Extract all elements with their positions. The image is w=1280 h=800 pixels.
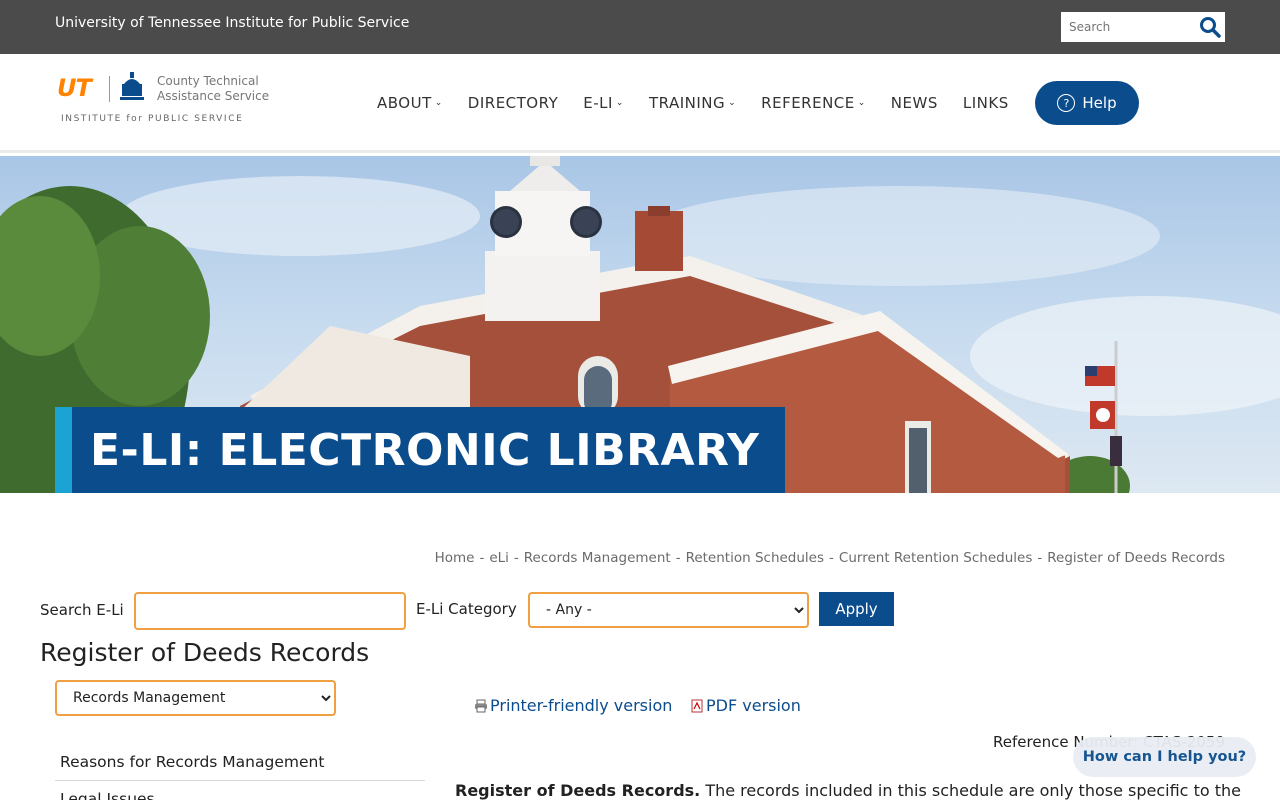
help-button[interactable]: ? Help — [1035, 81, 1139, 125]
nav-item-news[interactable]: NEWS — [891, 94, 938, 112]
ut-logo-mark: UT — [57, 74, 92, 102]
site-search-input[interactable] — [1069, 18, 1194, 36]
chevron-down-icon: ⌄ — [857, 98, 866, 108]
nav-item-directory[interactable]: DIRECTORY — [468, 94, 558, 112]
chevron-down-icon: ⌄ — [615, 98, 624, 108]
search-eli-label: Search E-Li — [40, 601, 124, 619]
sidebar-list: Reasons for Records Management Legal Iss… — [55, 744, 425, 800]
nav-item-label: DIRECTORY — [467, 94, 559, 112]
chevron-down-icon: ⌄ — [728, 98, 737, 108]
intro-bold: Register of Deeds Records. — [455, 781, 701, 800]
page-banner-title: E-LI: ELECTRONIC LIBRARY — [55, 407, 786, 493]
sidebar-item-reasons[interactable]: Reasons for Records Management — [55, 744, 425, 781]
nav-item-label: LINKS — [962, 94, 1009, 112]
pdf-version-label: PDF version — [706, 696, 801, 715]
capitol-icon — [120, 72, 144, 100]
site-header: UT County Technical Assistance Service I… — [0, 54, 1280, 153]
question-circle-icon: ? — [1057, 94, 1076, 112]
breadcrumb-separator: - — [675, 550, 681, 566]
banner-title-text: E-LI: ELECTRONIC LIBRARY — [90, 424, 760, 476]
breadcrumb-current-retention-schedules[interactable]: Current Retention Schedules — [839, 550, 1032, 566]
search-icon[interactable] — [1199, 16, 1221, 38]
nav-item-label: E-LI — [583, 94, 613, 112]
site-search — [1061, 12, 1225, 42]
page-title: Register of Deeds Records — [40, 638, 370, 667]
logo-line-2: Assistance Service — [157, 89, 270, 103]
ctas-logo[interactable]: UT County Technical Assistance Service I… — [55, 68, 285, 140]
breadcrumb-current-page: Register of Deeds Records — [1047, 550, 1225, 566]
chevron-down-icon: ⌄ — [434, 98, 443, 108]
help-label: Help — [1082, 94, 1117, 112]
printer-icon — [475, 699, 487, 712]
nav-item-label: REFERENCE — [761, 94, 855, 112]
breadcrumb-retention-schedules[interactable]: Retention Schedules — [686, 550, 824, 566]
hero-banner: E-LI: ELECTRONIC LIBRARY — [0, 156, 1280, 493]
breadcrumb-separator: - — [1037, 550, 1043, 566]
breadcrumb-separator: - — [479, 550, 485, 566]
chat-help-button[interactable]: How can I help you? — [1073, 737, 1256, 777]
sidebar-item-legal-issues[interactable]: Legal Issues — [55, 781, 425, 800]
nav-item-about[interactable]: ABOUT ⌄ — [377, 94, 443, 112]
breadcrumb-separator: - — [513, 550, 519, 566]
printer-friendly-link[interactable]: Printer-friendly version — [474, 696, 672, 715]
logo-line-1: County Technical — [157, 74, 259, 88]
banner-accent-bar — [55, 407, 72, 493]
main-nav: ABOUT ⌄ DIRECTORY E-LI ⌄ TRAINING ⌄ REFE… — [377, 94, 1034, 112]
logo-tagline: INSTITUTE for PUBLIC SERVICE — [61, 114, 244, 124]
intro-text: The records included in this schedule ar… — [700, 781, 1241, 800]
breadcrumb-home[interactable]: Home — [435, 550, 475, 566]
eli-category-label: E-Li Category — [416, 600, 517, 618]
top-bar: University of Tennessee Institute for Pu… — [0, 0, 1280, 54]
printer-friendly-label: Printer-friendly version — [490, 696, 673, 715]
pdf-version-link[interactable]: PDF version — [690, 696, 801, 715]
breadcrumb-eli[interactable]: eLi — [489, 550, 509, 566]
section-select[interactable]: Records Management — [55, 680, 336, 716]
apply-button[interactable]: Apply — [819, 592, 894, 626]
nav-item-label: TRAINING — [648, 94, 726, 112]
breadcrumb-separator: - — [829, 550, 834, 566]
nav-item-training[interactable]: TRAINING ⌄ — [649, 94, 736, 112]
eli-category-select[interactable]: - Any - — [528, 592, 809, 628]
intro-paragraph: Register of Deeds Records. The records i… — [455, 781, 1241, 800]
nav-item-label: NEWS — [890, 94, 938, 112]
breadcrumb-records-management[interactable]: Records Management — [524, 550, 671, 566]
nav-item-reference[interactable]: REFERENCE ⌄ — [761, 94, 866, 112]
nav-item-e-li[interactable]: E-LI ⌄ — [583, 94, 624, 112]
nav-item-label: ABOUT — [377, 94, 432, 112]
breadcrumb: Home - eLi - Records Management - Retention Sc… — [435, 550, 1225, 566]
nav-item-links[interactable]: LINKS — [963, 94, 1009, 112]
org-name[interactable]: University of Tennessee Institute for Pu… — [55, 15, 409, 31]
logo-divider — [109, 76, 110, 102]
search-eli-input[interactable] — [134, 592, 406, 630]
pdf-icon — [691, 699, 703, 712]
